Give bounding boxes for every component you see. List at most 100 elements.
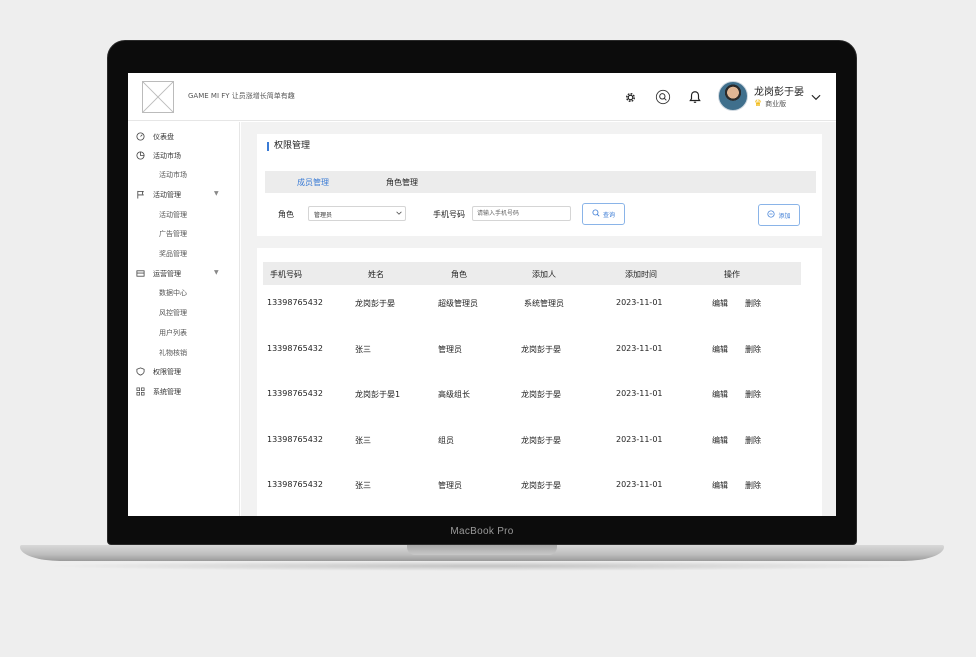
delete-link[interactable]: 删除 [745,480,761,491]
chevron-down-icon [396,210,402,216]
cell-name: 张三 [355,436,371,445]
sidebar-item-label: 活动管理 [153,191,181,199]
table-row: 13398765432 龙岗彭于晏 超级管理员 系统管理员 2023-11-01… [263,298,801,343]
sidebar-item-label: 活动管理 [159,211,187,219]
sidebar-item-label: 广告管理 [159,230,187,238]
sidebar-subitem-ads[interactable]: 广告管理 [128,227,240,241]
sidebar-subitem-market[interactable]: 活动市场 [128,168,240,182]
user-avatar[interactable] [718,81,748,111]
cell-phone: 13398765432 [267,298,323,307]
sidebar-item-label: 系统管理 [153,388,181,396]
sidebar-item-activity-management[interactable]: 活动管理 ▼ [128,188,240,202]
column-header-phone: 手机号码 [270,270,302,279]
notification-bell-icon[interactable] [687,89,703,105]
table-header-row: 手机号码 姓名 角色 添加人 添加时间 操作 [263,262,801,285]
cell-added-at: 2023-11-01 [616,298,663,307]
role-filter-label: 角色 [278,210,294,219]
column-header-actions: 操作 [724,270,740,279]
edit-link[interactable]: 编辑 [712,298,728,309]
crown-icon: ♛ [754,99,763,109]
tab-role-management[interactable]: 角色管理 [386,177,418,188]
sidebar-item-permissions[interactable]: 权限管理 [128,365,240,379]
role-select-value: 管理员 [314,212,333,219]
sidebar: 仪表盘 活动市场 活动市场 活动管理 ▼ 活动管理 广告管理 奖品管理 运营管理… [128,122,240,516]
sidebar-item-operations[interactable]: 运营管理 ▼ [128,267,240,281]
add-member-button[interactable]: 添加 [758,204,800,226]
sidebar-item-label: 活动市场 [159,171,187,179]
cell-role: 组员 [438,436,454,445]
table-row: 13398765432 张三 组员 龙岗彭于晏 2023-11-01 编辑 删除 [263,435,801,480]
query-button-label: 查询 [602,211,615,219]
cell-role: 高级组长 [438,390,470,399]
sidebar-item-label: 用户列表 [159,329,187,337]
tab-member-management[interactable]: 成员管理 [297,177,329,188]
sidebar-item-label: 奖品管理 [159,250,187,258]
operations-icon [136,269,145,278]
cell-role: 管理员 [438,345,462,354]
role-select[interactable]: 管理员 [308,206,406,221]
members-table-card: 手机号码 姓名 角色 添加人 添加时间 操作 13398765432 龙岗彭于晏… [257,248,822,516]
settings-gear-icon[interactable] [622,89,638,105]
top-header: GAME MI FY 让员涨增长简单有趣 龙岗彭于晏 ♛ 商业版 [128,73,836,121]
cell-role: 超级管理员 [438,299,478,308]
sidebar-item-label: 运营管理 [153,270,181,278]
table-row: 13398765432 龙岗彭于晏1 高级组长 龙岗彭于晏 2023-11-01… [263,389,801,434]
edit-link[interactable]: 编辑 [712,480,728,491]
cell-name: 张三 [355,481,371,490]
cell-phone: 13398765432 [267,435,323,444]
sidebar-subitem-data-center[interactable]: 数据中心 [128,286,240,300]
cell-added-at: 2023-11-01 [616,435,663,444]
cell-name: 龙岗彭于晏 [355,299,395,308]
device-label: MacBook Pro [450,526,514,537]
search-icon[interactable] [655,89,671,105]
cell-phone: 13398765432 [267,389,323,398]
laptop-shadow [40,561,924,571]
flag-icon [136,190,145,199]
logo-placeholder-icon[interactable] [142,81,174,113]
cell-added-by: 系统管理员 [524,299,564,308]
column-header-role: 角色 [451,270,467,279]
column-header-added-at: 添加时间 [625,270,657,279]
user-menu-chevron-down-icon[interactable] [809,89,823,103]
query-button[interactable]: 查询 [582,203,625,225]
edit-link[interactable]: 编辑 [712,344,728,355]
cell-name: 龙岗彭于晏1 [355,390,401,399]
user-tier-label: 商业版 [765,100,787,108]
sidebar-subitem-activity-management[interactable]: 活动管理 [128,208,240,222]
cell-added-by: 龙岗彭于晏 [521,481,561,490]
main-content: 权限管理 成员管理 角色管理 角色 管理员 手机号码 查询 添加 [241,122,836,516]
phone-filter-label: 手机号码 [433,210,465,219]
dashboard-icon [136,132,145,141]
cell-added-by: 龙岗彭于晏 [521,345,561,354]
search-icon [592,209,600,219]
table-row: 13398765432 张三 管理员 龙岗彭于晏 2023-11-01 编辑 删… [263,480,801,516]
delete-link[interactable]: 删除 [745,298,761,309]
delete-link[interactable]: 删除 [745,344,761,355]
filter-card: 权限管理 成员管理 角色管理 角色 管理员 手机号码 查询 添加 [257,134,822,236]
add-circle-icon [767,210,776,220]
cell-role: 管理员 [438,481,462,490]
sidebar-subitem-gift-redemption[interactable]: 礼物核销 [128,346,240,360]
app-screen: GAME MI FY 让员涨增长简单有趣 龙岗彭于晏 ♛ 商业版 仪表盘 活动市… [128,73,836,516]
sidebar-item-label: 活动市场 [153,152,181,160]
chevron-down-icon: ▼ [214,269,219,276]
edit-link[interactable]: 编辑 [712,389,728,400]
sidebar-item-label: 仪表盘 [153,133,174,141]
market-icon [136,151,145,160]
edit-link[interactable]: 编辑 [712,435,728,446]
sidebar-item-label: 风控管理 [159,309,187,317]
sidebar-item-dashboard[interactable]: 仪表盘 [128,130,240,144]
delete-link[interactable]: 删除 [745,389,761,400]
chevron-down-icon: ▼ [214,190,219,197]
delete-link[interactable]: 删除 [745,435,761,446]
sidebar-subitem-prizes[interactable]: 奖品管理 [128,247,240,261]
shield-icon [136,367,145,376]
sidebar-subitem-risk-control[interactable]: 风控管理 [128,306,240,320]
phone-search-input[interactable] [472,206,571,221]
sidebar-item-system[interactable]: 系统管理 [128,385,240,399]
cell-added-by: 龙岗彭于晏 [521,390,561,399]
grid-icon [136,387,145,396]
sidebar-subitem-user-list[interactable]: 用户列表 [128,326,240,340]
cell-name: 张三 [355,345,371,354]
sidebar-item-market[interactable]: 活动市场 [128,149,240,163]
